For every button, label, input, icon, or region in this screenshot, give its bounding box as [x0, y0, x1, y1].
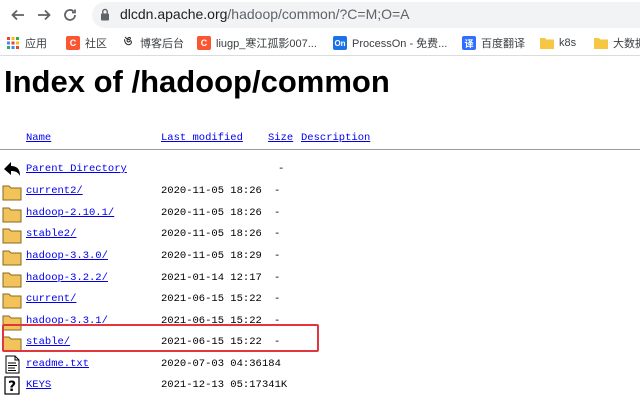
- back-arrow-icon: [11, 9, 24, 21]
- bookmark-label: 博客后台: [140, 38, 184, 50]
- parent-directory-row: Parent Directory -: [0, 159, 640, 180]
- folder-icon: [2, 272, 22, 288]
- column-header-last-modified[interactable]: Last modified: [161, 132, 243, 144]
- date-value: 2020-11-05 18:26: [161, 228, 262, 240]
- size-value: -: [274, 207, 281, 219]
- bookmark-label: 应用: [25, 38, 47, 50]
- header-divider: [0, 149, 640, 150]
- url-path: /hadoop/common/?C=M;O=A: [227, 6, 410, 22]
- entry-link[interactable]: hadoop-3.3.0/: [26, 250, 108, 262]
- column-header-size[interactable]: Size: [268, 132, 293, 144]
- csdn-icon: C: [66, 36, 80, 50]
- size-value: -: [274, 185, 281, 197]
- folder-icon: [2, 228, 22, 244]
- folder-icon: [594, 36, 608, 50]
- page-title: Index of /hadoop/common: [4, 64, 390, 99]
- translate-icon: 译: [462, 36, 476, 50]
- folder-icon: [2, 336, 22, 352]
- bookmark-label: k8s: [559, 37, 577, 49]
- list-item: hadoop-3.2.2/ 2021-01-14 12:17 -: [0, 268, 640, 289]
- folder-icon: [2, 250, 22, 266]
- bookmark-label: 大数据: [613, 38, 640, 50]
- folder-icon: [2, 293, 22, 309]
- list-item: current/ 2021-06-15 15:22 -: [0, 289, 640, 310]
- back-arrow-icon: [4, 162, 20, 176]
- column-header-name[interactable]: Name: [26, 132, 51, 144]
- entry-link[interactable]: hadoop-3.2.2/: [26, 272, 108, 284]
- unknown-file-icon: ?: [4, 376, 20, 395]
- folder-icon: [2, 315, 22, 331]
- date-value: 2021-06-15 15:22: [161, 293, 262, 305]
- date-value: 2020-07-03 04:36: [161, 358, 262, 370]
- bookmark-liugp[interactable]: C liugp_寒江孤影007...: [197, 34, 317, 52]
- url-host: dlcdn.apache.org: [120, 6, 228, 22]
- bookmark-label: ProcessOn - 免费...: [352, 38, 448, 50]
- size-value: -: [278, 163, 285, 175]
- bookmark-k8s[interactable]: k8s: [540, 34, 576, 52]
- bookmark-processon[interactable]: On ProcessOn - 免费...: [333, 34, 447, 52]
- entry-link[interactable]: current/: [26, 293, 76, 305]
- size-value: -: [274, 315, 281, 327]
- size-value: 184: [262, 358, 281, 370]
- entry-link[interactable]: KEYS: [26, 379, 51, 391]
- text-file-icon: [5, 355, 20, 374]
- date-value: 2020-11-05 18:26: [161, 207, 262, 219]
- bookmarks-bar: 应用 C 社区 ঙ 博客后台 C liugp_寒江孤影007... On Pro…: [0, 31, 640, 56]
- entry-link[interactable]: stable2/: [26, 228, 76, 240]
- folder-icon: [540, 36, 554, 50]
- date-value: 2021-12-13 05:17: [161, 379, 262, 391]
- size-value: -: [274, 272, 281, 284]
- lock-icon: [101, 8, 109, 21]
- entry-link[interactable]: readme.txt: [26, 358, 89, 370]
- entry-link[interactable]: hadoop-3.3.1/: [26, 315, 108, 327]
- parent-directory-link[interactable]: Parent Directory: [26, 163, 127, 175]
- address-bar[interactable]: dlcdn.apache.org/hadoop/common/?C=M;O=A: [92, 2, 640, 28]
- list-item: current2/ 2020-11-05 18:26 -: [0, 181, 640, 202]
- url-text: dlcdn.apache.org/hadoop/common/?C=M;O=A: [120, 6, 410, 22]
- list-item: hadoop-3.3.0/ 2020-11-05 18:29 -: [0, 246, 640, 267]
- bookmark-apps[interactable]: 应用: [6, 34, 47, 52]
- date-value: 2021-01-14 12:17: [161, 272, 262, 284]
- list-item: readme.txt 2020-07-03 04:36 184: [0, 354, 640, 375]
- date-value: 2020-11-05 18:26: [161, 185, 262, 197]
- date-value: 2020-11-05 18:29: [161, 250, 262, 262]
- entry-link[interactable]: stable/: [26, 336, 70, 348]
- list-item: stable2/ 2020-11-05 18:26 -: [0, 224, 640, 245]
- size-value: -: [274, 336, 281, 348]
- date-value: 2021-06-15 15:22: [161, 336, 262, 348]
- size-value: -: [274, 250, 281, 262]
- directory-listing-page: Index of /hadoop/common Name Last modifi…: [0, 56, 640, 408]
- list-item: ? KEYS 2021-12-13 05:17 341K: [0, 375, 640, 396]
- folder-icon: [2, 185, 22, 201]
- bookmark-label: 社区: [85, 38, 107, 50]
- bookmark-label: 百度翻译: [481, 38, 525, 50]
- browser-toolbar: dlcdn.apache.org/hadoop/common/?C=M;O=A: [0, 0, 640, 30]
- apps-grid-icon: [6, 36, 20, 50]
- size-value: 341K: [262, 379, 288, 391]
- svg-text:?: ?: [8, 379, 16, 395]
- list-item: hadoop-2.10.1/ 2020-11-05 18:26 -: [0, 203, 640, 224]
- list-item: hadoop-3.3.1/ 2021-06-15 15:22 -: [0, 311, 640, 332]
- list-item: stable/ 2021-06-15 15:22 -: [0, 332, 640, 353]
- forward-button[interactable]: [32, 3, 56, 27]
- bookmark-baidu-translate[interactable]: 译 百度翻译: [462, 34, 525, 52]
- bookmark-label: liugp_寒江孤影007...: [216, 38, 317, 50]
- bookmark-big-data[interactable]: 大数据: [594, 34, 640, 52]
- back-button[interactable]: [6, 3, 30, 27]
- reload-button[interactable]: [58, 3, 82, 27]
- csdn-icon: C: [197, 36, 211, 50]
- reload-icon: [64, 9, 76, 21]
- column-header-description[interactable]: Description: [301, 132, 370, 144]
- size-value: -: [274, 293, 281, 305]
- entry-link[interactable]: current2/: [26, 185, 83, 197]
- folder-icon: [2, 207, 22, 223]
- forward-arrow-icon: [38, 9, 51, 21]
- size-value: -: [274, 228, 281, 240]
- bookmark-blog-admin[interactable]: ঙ 博客后台: [121, 34, 184, 52]
- blog-icon: ঙ: [123, 34, 133, 48]
- processon-icon: On: [333, 36, 347, 50]
- date-value: 2021-06-15 15:22: [161, 315, 262, 327]
- bookmark-community[interactable]: C 社区: [66, 34, 107, 52]
- entry-link[interactable]: hadoop-2.10.1/: [26, 207, 114, 219]
